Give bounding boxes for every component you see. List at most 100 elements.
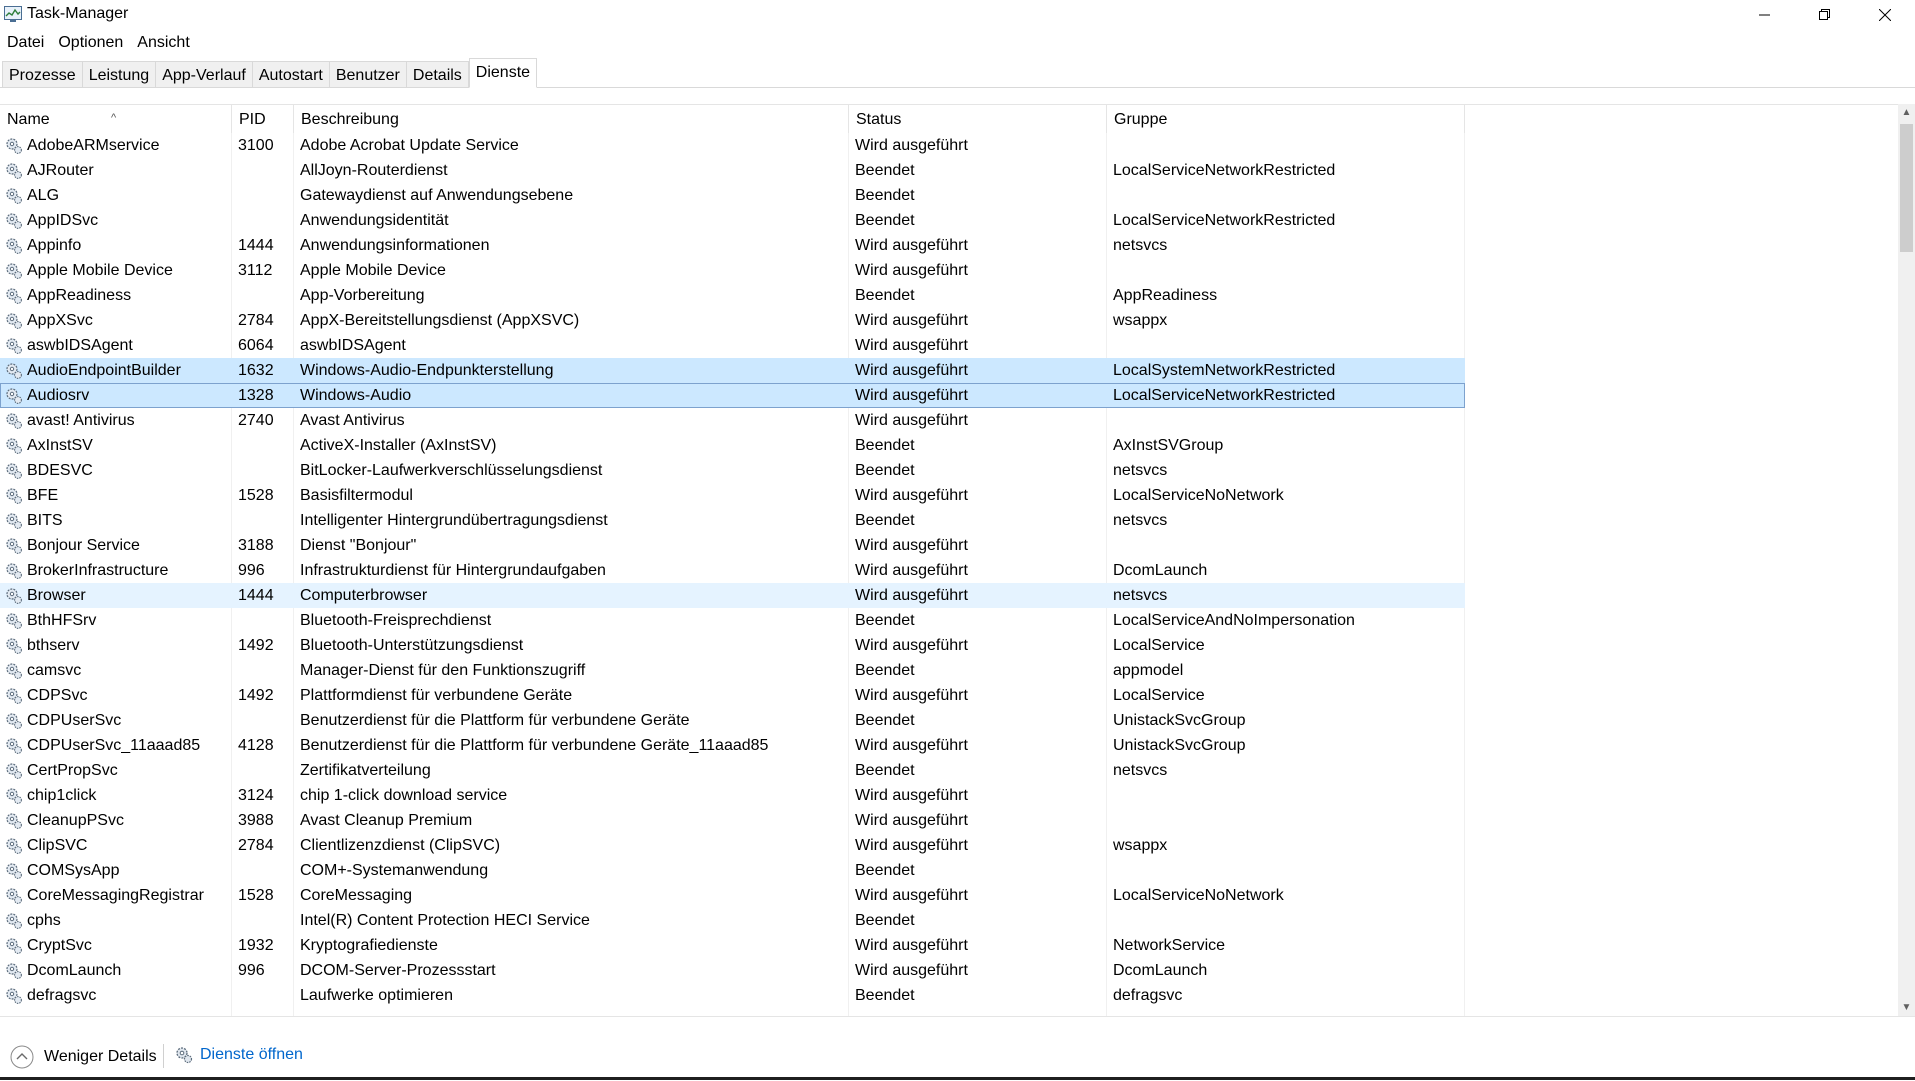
table-row[interactable]: AppIDSvc Anwendungsidentität Beendet LocalS… (0, 208, 1465, 233)
service-group: netsvcs (1113, 587, 1168, 604)
close-icon (1879, 9, 1891, 21)
service-description: Avast Cleanup Premium (300, 812, 473, 829)
table-row[interactable]: avast! Antivirus 2740 Avast Antivirus Wird … (0, 408, 1465, 433)
table-row[interactable]: BFE 1528 Basisfiltermodul Wird ausgeführt Lo… (0, 483, 1465, 508)
table-row[interactable]: CryptSvc 1932 Kryptografiedienste Wird ausg… (0, 933, 1465, 958)
service-group (1113, 858, 1463, 883)
service-description: Intelligenter Hintergrundübertragungsdie… (300, 512, 608, 529)
table-row[interactable]: AJRouter AllJoyn-Routerdienst Beendet Local… (0, 158, 1465, 183)
table-row[interactable]: camsvc Manager-Dienst für den Funktionszu… (0, 658, 1465, 683)
service-status: Wird ausgeführt (855, 412, 968, 429)
service-pid (238, 708, 293, 733)
table-row[interactable]: CDPUserSvc_11aaad85 4128 Benutzerdienst fü… (0, 733, 1465, 758)
table-row[interactable]: CDPSvc 1492 Plattformdienst für verbundene… (0, 683, 1465, 708)
service-gear-icon (6, 938, 22, 954)
tab-autostart[interactable]: Autostart (252, 61, 330, 88)
table-row[interactable]: Appinfo 1444 Anwendungsinformationen Wird a… (0, 233, 1465, 258)
service-status: Wird ausgeführt (855, 537, 968, 554)
service-group: NetworkService (1113, 937, 1226, 954)
tab-dienste[interactable]: Dienste (468, 58, 538, 88)
table-row[interactable]: BrokerInfrastructure 996 Infrastrukturdien… (0, 558, 1465, 583)
service-status: Wird ausgeführt (855, 812, 968, 829)
tab-app-verlauf[interactable]: App-Verlauf (156, 61, 253, 88)
service-pid: 996 (238, 562, 265, 579)
service-name: CDPSvc (27, 687, 88, 704)
service-description: COM+-Systemanwendung (300, 862, 489, 879)
service-group: netsvcs (1113, 237, 1168, 254)
service-description: chip 1-click download service (300, 787, 508, 804)
table-row[interactable]: CertPropSvc Zertifikatverteilung Beendet ne… (0, 758, 1465, 783)
table-row[interactable]: Browser 1444 Computerbrowser Wird ausgeführ… (0, 583, 1465, 608)
service-name: CleanupPSvc (27, 812, 124, 829)
service-group (1113, 783, 1463, 808)
table-row[interactable]: defragsvc Laufwerke optimieren Beendet defr… (0, 983, 1465, 1008)
table-row[interactable]: cphs Intel(R) Content Protection HECI Ser… (0, 908, 1465, 933)
service-gear-icon (6, 363, 22, 379)
service-status: Beendet (855, 512, 915, 529)
service-group: LocalServiceAndNoImpersonation (1113, 612, 1355, 629)
table-row[interactable]: AudioEndpointBuilder 1632 Windows-Audio-En… (0, 358, 1465, 383)
minimize-button[interactable] (1735, 0, 1795, 30)
table-row[interactable]: Bonjour Service 3188 Dienst "Bonjour" Wird … (0, 533, 1465, 558)
service-pid (238, 458, 293, 483)
table-row[interactable]: BthHFSrv Bluetooth-Freisprechdienst Beende… (0, 608, 1465, 633)
table-row[interactable]: chip1click 3124 chip 1-click download serv… (0, 783, 1465, 808)
table-row[interactable]: Apple Mobile Device 3112 Apple Mobile Devi… (0, 258, 1465, 283)
service-gear-icon (6, 263, 22, 279)
window-title: Task-Manager (27, 5, 129, 22)
vertical-scrollbar[interactable]: ▲ ▼ (1898, 104, 1915, 1016)
column-header-group[interactable]: Gruppe (1107, 105, 1465, 133)
table-row[interactable]: bthserv 1492 Bluetooth-Unterstützungsdiens… (0, 633, 1465, 658)
service-group: DcomLaunch (1113, 562, 1208, 579)
tab-leistung[interactable]: Leistung (82, 61, 157, 88)
scroll-up-arrow-icon[interactable]: ▲ (1898, 104, 1915, 121)
restore-button[interactable] (1795, 0, 1855, 30)
service-pid: 3188 (238, 537, 274, 554)
column-header-name[interactable]: Name ^ (0, 105, 232, 133)
tab-prozesse[interactable]: Prozesse (2, 61, 83, 88)
service-status: Wird ausgeführt (855, 937, 968, 954)
table-row[interactable]: CDPUserSvc Benutzerdienst für die Plattfo… (0, 708, 1465, 733)
open-services-link[interactable]: Dienste öffnen (174, 1045, 303, 1065)
service-description: Gatewaydienst auf Anwendungsebene (300, 187, 574, 204)
service-description: Anwendungsinformationen (300, 237, 490, 254)
table-row[interactable]: CleanupPSvc 3988 Avast Cleanup Premium Wird… (0, 808, 1465, 833)
service-description: Laufwerke optimieren (300, 987, 453, 1004)
menu-optionen[interactable]: Optionen (51, 32, 130, 54)
table-row[interactable]: AppReadiness App-Vorbereitung Beendet AppRe… (0, 283, 1465, 308)
service-pid (238, 983, 293, 1008)
service-name: AppIDSvc (27, 212, 99, 229)
table-row[interactable]: COMSysApp COM+-Systemanwendung Beendet (0, 858, 1465, 883)
table-row[interactable]: AppXSvc 2784 AppX-Bereitstellungsdienst (A… (0, 308, 1465, 333)
table-row[interactable]: ClipSVC 2784 Clientlizenzdienst (ClipSVC) W… (0, 833, 1465, 858)
column-header-pid[interactable]: PID (232, 105, 294, 133)
service-description: Benutzerdienst für die Plattform für ver… (300, 737, 769, 754)
table-row[interactable]: Audiosrv 1328 Windows-Audio Wird ausgeführt… (0, 383, 1465, 408)
menu-datei[interactable]: Datei (0, 32, 51, 54)
service-pid: 1932 (238, 937, 274, 954)
tab-details[interactable]: Details (406, 61, 469, 88)
services-gear-icon (176, 1047, 193, 1064)
column-header-status[interactable]: Status (849, 105, 1107, 133)
table-row[interactable]: aswbIDSAgent 6064 aswbIDSAgent Wird ausgefü… (0, 333, 1465, 358)
table-row[interactable]: AxInstSV ActiveX-Installer (AxInstSV) Been… (0, 433, 1465, 458)
table-row[interactable]: ALG Gatewaydienst auf Anwendungsebene Been… (0, 183, 1465, 208)
service-group: wsappx (1113, 312, 1168, 329)
service-pid (238, 658, 293, 683)
close-button[interactable] (1855, 0, 1915, 30)
service-description: AppX-Bereitstellungsdienst (AppXSVC) (300, 312, 580, 329)
service-gear-icon (6, 988, 22, 1004)
fewer-details-button[interactable]: Weniger Details (10, 1045, 157, 1069)
table-row[interactable]: DcomLaunch 996 DCOM-Server-Prozessstart Wir… (0, 958, 1465, 983)
table-row[interactable]: BITS Intelligenter Hintergrundübertragung… (0, 508, 1465, 533)
column-header-description[interactable]: Beschreibung (294, 105, 849, 133)
table-row[interactable]: CoreMessagingRegistrar 1528 CoreMessaging W… (0, 883, 1465, 908)
tab-benutzer[interactable]: Benutzer (329, 61, 407, 88)
scrollbar-thumb[interactable] (1900, 124, 1913, 252)
menu-ansicht[interactable]: Ansicht (130, 32, 196, 54)
service-status: Beendet (855, 437, 915, 454)
scroll-down-arrow-icon[interactable]: ▼ (1898, 999, 1915, 1016)
service-description: Anwendungsidentität (300, 212, 449, 229)
table-row[interactable]: BDESVC BitLocker-Laufwerkverschlüsselungs… (0, 458, 1465, 483)
table-row[interactable]: AdobeARMservice 3100 Adobe Acrobat Update … (0, 133, 1465, 158)
